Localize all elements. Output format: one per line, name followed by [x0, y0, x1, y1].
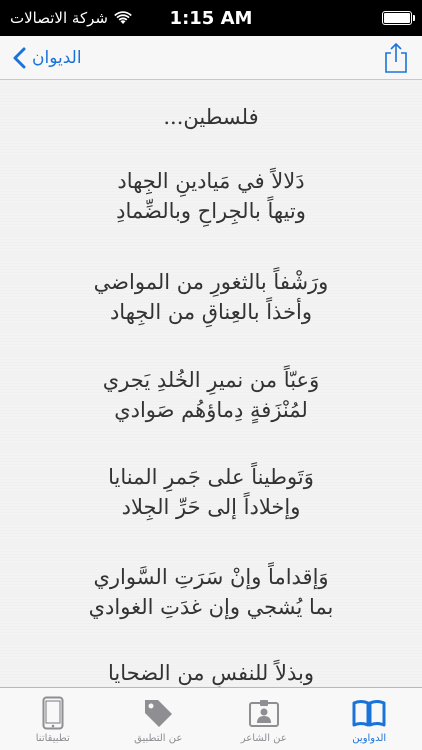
share-button[interactable]: [382, 42, 410, 74]
verse: وأخذاً بالعِناقِ من الجِهاد: [109, 300, 313, 324]
stanza: وَتَوطيناً على جَمرِ المنايا وإخلاداً إل…: [0, 462, 422, 522]
tab-label: الدواوين: [352, 733, 387, 744]
contact-card-icon: [247, 695, 281, 731]
poem-content[interactable]: فلسطين... دَلالاً في مَيادينِ الجِهاد وت…: [0, 81, 422, 687]
tab-label: تطبيقاتنا: [35, 733, 70, 744]
tab-bar: الدواوين عن الشاعر عن التطبيق تطبيقاتنا: [0, 687, 422, 750]
back-label: الديوان: [32, 47, 82, 68]
verse: ورَشْفاً بالثغورِ من المواضي: [93, 270, 329, 294]
battery-fill: [384, 13, 410, 23]
battery-icon: [382, 11, 415, 25]
status-time: 1:15 AM: [169, 7, 253, 29]
back-button[interactable]: الديوان: [12, 47, 82, 69]
verse: وبذلاً للنفسِ من الضحايا: [108, 661, 314, 685]
chevron-left-icon: [13, 47, 26, 68]
tab-about-app[interactable]: عن التطبيق: [106, 688, 212, 750]
stanza: وَإقداماً وإنْ سَرَتِ السَّواري بما يُشج…: [0, 562, 422, 622]
tab-our-apps[interactable]: تطبيقاتنا: [0, 688, 106, 750]
share-icon: [385, 42, 407, 73]
verse: وَعبّاً من نميرِ الخُلدِ يَجري: [102, 368, 320, 392]
stanza: ورَشْفاً بالثغورِ من المواضي وأخذاً بالع…: [0, 267, 422, 327]
verse: بما يُشجي وإن غدَتِ الغوادي: [88, 595, 334, 619]
wifi-icon: [114, 11, 132, 24]
tab-label: عن الشاعر: [240, 733, 287, 744]
navigation-bar: الديوان: [0, 36, 422, 80]
poem-title: فلسطين...: [163, 105, 259, 129]
verse: دَلالاً في مَيادينِ الجِهاد: [117, 169, 305, 193]
carrier-label: شركة الاتصالات: [10, 9, 108, 27]
status-right: [382, 11, 415, 25]
tag-icon: [141, 695, 175, 731]
stanza: وَعبّاً من نميرِ الخُلدِ يَجري لمُنْزَفة…: [0, 365, 422, 425]
verse: وَإقداماً وإنْ سَرَتِ السَّواري: [93, 565, 329, 589]
status-left: شركة الاتصالات: [10, 9, 132, 27]
tab-about-poet[interactable]: عن الشاعر: [211, 688, 317, 750]
tab-diwans[interactable]: الدواوين: [317, 688, 422, 750]
book-icon: [352, 695, 386, 731]
verse: وَتَوطيناً على جَمرِ المنايا: [108, 465, 314, 489]
stanza: دَلالاً في مَيادينِ الجِهاد وتيهاً بالجِ…: [0, 166, 422, 226]
stanza: وبذلاً للنفسِ من الضحايا: [0, 658, 422, 687]
verse: وتيهاً بالجِراحِ وبالضِّمادِ: [116, 199, 306, 223]
verse: لمُنْزَفةٍ دِماؤهُم صَوادي: [114, 398, 308, 422]
tab-label: عن التطبيق: [134, 733, 183, 744]
verse: وإخلاداً إلى حَرِّ الجِلاد: [121, 495, 301, 519]
phone-icon: [36, 695, 70, 731]
status-bar: شركة الاتصالات 1:15 AM: [0, 0, 422, 36]
